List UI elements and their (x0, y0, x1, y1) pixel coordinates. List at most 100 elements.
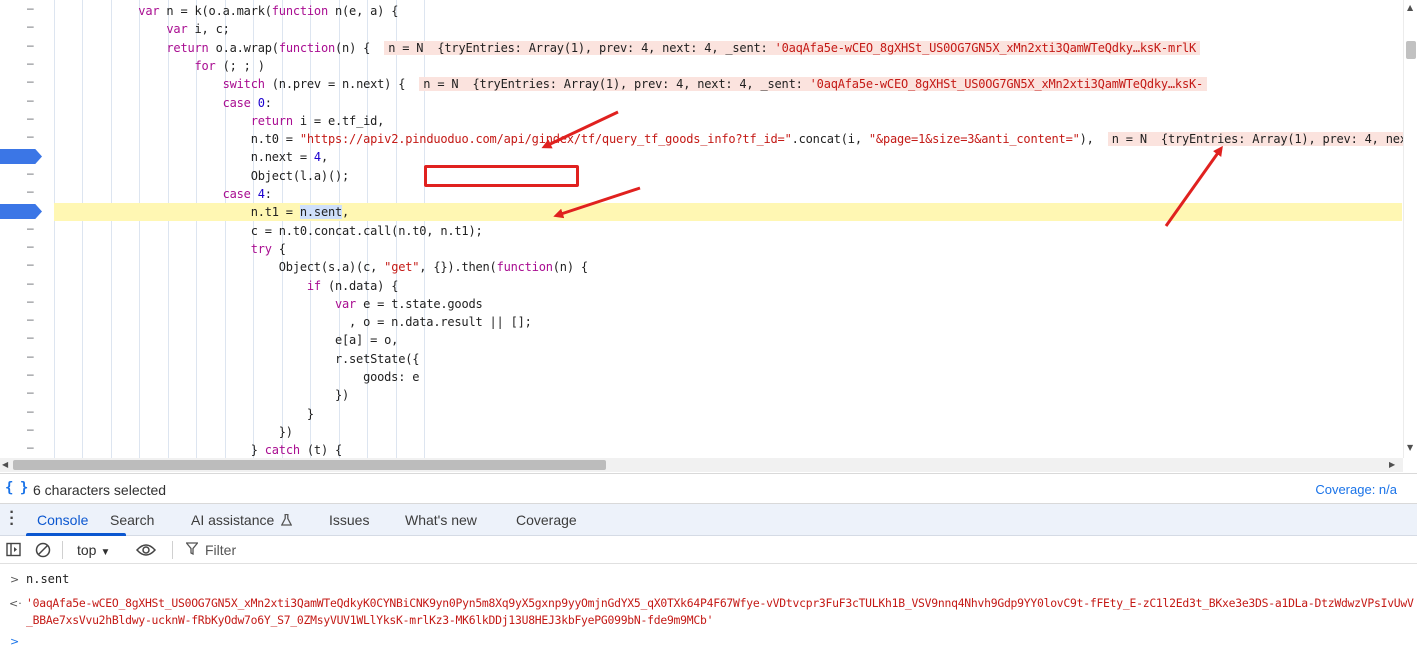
editor-vertical-scrollbar[interactable]: ▲ ▼ (1403, 0, 1417, 458)
console-toolbar: top ▼ (0, 536, 1417, 564)
source-editor[interactable]: – – – – – – – – – – – – – – – – – – – – – – – var n = k(o.a.ma… (0, 0, 1417, 458)
breakable-line-dash: – (27, 239, 34, 253)
code-line[interactable]: switch (n.prev = n.next) { n = N {tryEnt… (54, 75, 1402, 93)
gutter-line[interactable]: – (0, 257, 46, 276)
more-tabs-icon[interactable]: · · · (8, 505, 16, 533)
breakable-line-dash: – (27, 38, 34, 52)
gutter-line[interactable]: – (0, 166, 46, 185)
code-line[interactable]: var n = k(o.a.mark(function n(e, a) { (54, 2, 1402, 20)
code-line[interactable]: return i = e.tf_id, (54, 112, 1402, 130)
code-line[interactable]: Object(s.a)(c, "get", {}).then(function(… (54, 258, 1402, 276)
gutter-line[interactable]: – (0, 349, 46, 368)
toolbar-separator (172, 541, 173, 559)
context-selector[interactable]: top ▼ (77, 542, 110, 558)
code-line[interactable]: }) (54, 423, 1402, 441)
breakable-line-dash: – (27, 294, 34, 308)
gutter-line[interactable]: – (0, 111, 46, 130)
paused-code-line[interactable]: n.t1 = n.sent, (54, 203, 1402, 221)
gutter-line[interactable]: – (0, 74, 46, 93)
code-line[interactable]: Object(l.a)(); (54, 167, 1402, 185)
show-sidebar-icon[interactable] (6, 542, 21, 557)
coverage-link[interactable]: Coverage: n/a (1315, 482, 1397, 497)
line-gutter[interactable]: – – – – – – – – – – – – – – – – – – – – – – – (0, 0, 46, 458)
gutter-line[interactable]: – (0, 312, 46, 331)
breakable-line-dash: – (27, 56, 34, 70)
gutter-line[interactable]: – (0, 404, 46, 423)
input-echo-chevron-icon: > (10, 573, 20, 586)
breakable-line-dash: – (27, 74, 34, 88)
gutter-line[interactable]: – (0, 184, 46, 203)
gutter-line[interactable]: – (0, 385, 46, 404)
breakable-line-dash: – (27, 1, 34, 15)
code-line[interactable]: c = n.t0.concat.call(n.t0, n.t1); (54, 222, 1402, 240)
breakable-line-dash: – (27, 276, 34, 290)
editor-status-bar: { } 6 characters selected Coverage: n/a (0, 473, 1417, 504)
breakable-line-dash: – (27, 422, 34, 436)
console-output[interactable]: > n.sent <· '0aqAfa5e-wCEO_8gXHSt_US0OG7… (0, 565, 1417, 652)
code-line[interactable]: var e = t.state.goods (54, 295, 1402, 313)
code-line[interactable]: n.t0 = "https://apiv2.pinduoduo.com/api/… (54, 130, 1417, 148)
gutter-line[interactable]: – (0, 440, 46, 458)
code-line[interactable]: var i, c; (54, 20, 1402, 38)
gutter-line[interactable]: – (0, 422, 46, 441)
gutter-line[interactable]: – (0, 93, 46, 112)
filter-icon (186, 542, 198, 555)
code-line[interactable]: for (; ; ) (54, 57, 1402, 75)
breakable-line-dash: – (27, 166, 34, 180)
tab-console[interactable]: Console (37, 512, 88, 528)
drawer-tab-bar: · · · Console Search AI assistance Issues … (0, 504, 1417, 536)
console-command: n.sent (26, 572, 70, 586)
code-line[interactable]: case 4: (54, 185, 1402, 203)
code-line[interactable]: n.next = 4, (54, 148, 1402, 166)
breakable-line-dash: – (27, 19, 34, 33)
code-line[interactable]: }) (54, 386, 1402, 404)
breakpoint-marker-icon[interactable] (0, 204, 42, 219)
gutter-line[interactable]: – (0, 38, 46, 57)
gutter-line[interactable]: – (0, 367, 46, 386)
tab-issues[interactable]: Issues (329, 512, 369, 528)
code-line[interactable]: if (n.data) { (54, 277, 1402, 295)
tab-ai-assistance-label: AI assistance (191, 512, 275, 528)
pretty-print-icon[interactable]: { } (5, 480, 28, 496)
code-line[interactable]: } (54, 405, 1402, 423)
result-chevron-icon: <· (9, 597, 22, 610)
code-line[interactable]: } catch (t) { (54, 441, 1402, 458)
code-line[interactable]: goods: e (54, 368, 1402, 386)
breakpoint-marker-icon[interactable] (0, 149, 42, 164)
annotation-highlight-box (424, 165, 579, 187)
gutter-line[interactable]: – (0, 294, 46, 313)
inline-variable-value: n = N {tryEntries: Array(1), prev: 4, ne… (419, 77, 1208, 91)
tab-search[interactable]: Search (110, 512, 154, 528)
code-line[interactable]: , o = n.data.result || []; (54, 313, 1402, 331)
gutter-line[interactable]: – (0, 56, 46, 75)
filter-input[interactable] (205, 540, 505, 560)
console-prompt-icon[interactable]: > (10, 635, 19, 648)
gutter-line[interactable]: – (0, 1, 46, 20)
gutter-line[interactable]: – (0, 276, 46, 295)
gutter-line[interactable]: – (0, 129, 46, 148)
inline-variable-value: n = N {tryEntries: Array(1), prev: 4, ne… (1107, 132, 1417, 146)
selection-info: 6 characters selected (33, 482, 167, 498)
tab-ai-assistance[interactable]: AI assistance (191, 512, 293, 528)
clear-console-icon[interactable] (35, 542, 51, 558)
code-line[interactable]: return o.a.wrap(function(n) { n = N {try… (54, 39, 1402, 57)
gutter-line[interactable]: – (0, 19, 46, 38)
editor-horizontal-scrollbar[interactable]: ◀ ▶ (0, 458, 1403, 472)
breakable-line-dash: – (27, 367, 34, 381)
breakable-line-dash: – (27, 385, 34, 399)
code-line[interactable]: try { (54, 240, 1402, 258)
tab-whats-new[interactable]: What's new (405, 512, 477, 528)
eye-icon[interactable] (136, 543, 156, 557)
code-line[interactable]: r.setState({ (54, 350, 1402, 368)
vertical-scroll-thumb[interactable] (1406, 41, 1416, 59)
code-line[interactable]: case 0: (54, 94, 1402, 112)
gutter-line[interactable] (0, 148, 46, 166)
gutter-line[interactable]: – (0, 221, 46, 240)
gutter-line[interactable]: – (0, 239, 46, 258)
tab-coverage[interactable]: Coverage (516, 512, 577, 528)
flask-icon (280, 513, 293, 526)
gutter-line[interactable] (0, 203, 46, 221)
gutter-line[interactable]: – (0, 330, 46, 349)
horizontal-scroll-thumb[interactable] (13, 460, 606, 470)
code-line[interactable]: e[a] = o, (54, 331, 1402, 349)
